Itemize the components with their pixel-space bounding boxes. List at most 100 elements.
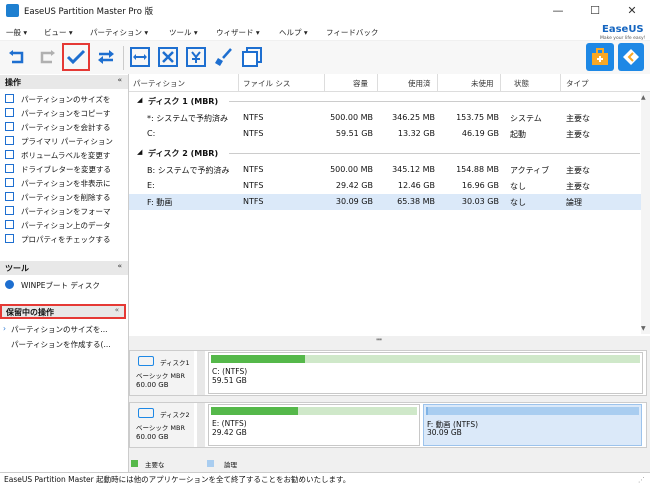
disk-group-title: ディスク 2 (MBR) (148, 149, 219, 158)
scroll-down-icon[interactable]: ▼ (641, 325, 646, 332)
expand-triangle-icon[interactable]: ◢ (137, 96, 142, 104)
expand-triangle-icon[interactable]: ◢ (137, 148, 142, 156)
unallocated-marker (197, 351, 205, 395)
operation-item[interactable]: パーティションをコピーす (0, 106, 128, 120)
operation-item[interactable]: パーティションのサイズを (0, 92, 128, 106)
collapse-icon[interactable]: « (117, 76, 122, 84)
resize-partition-icon[interactable] (128, 45, 152, 69)
operation-item[interactable]: ボリュームラベルを変更す (0, 148, 128, 162)
cell-capacity: 500.00 MB (330, 113, 373, 122)
operation-item[interactable]: パーティションを会計する (0, 120, 128, 134)
column-partition[interactable]: パーティション (133, 78, 185, 89)
cell-fs: NTFS (243, 113, 264, 122)
toolbox-icon (592, 48, 608, 65)
column-used[interactable]: 使用済 (408, 78, 431, 89)
disk-name: ディスク1 (160, 359, 190, 367)
cell-used: 13.32 GB (397, 129, 435, 138)
collapse-icon[interactable]: « (115, 306, 119, 314)
operation-item[interactable]: パーティションをフォーマ (0, 204, 128, 218)
cell-status: システム (510, 114, 542, 123)
disk-size: 60.00 GB (136, 433, 169, 441)
merge-icon (5, 122, 14, 131)
minimize-button[interactable]: — (540, 0, 576, 22)
column-type[interactable]: タイプ (566, 78, 589, 89)
unallocated-marker (197, 403, 205, 447)
merge-partition-icon[interactable] (184, 45, 208, 69)
cell-used: 12.46 GB (397, 181, 435, 190)
undo-icon[interactable] (6, 45, 30, 69)
operation-item[interactable]: プロパティをチェックする (0, 232, 128, 246)
menu-wizard[interactable]: ウィザード ▾ (216, 27, 260, 38)
collapse-icon[interactable]: « (117, 262, 122, 270)
usage-bar-fill (211, 407, 298, 415)
table-row[interactable]: *: システムで予約済み NTFS 500.00 MB 346.25 MB 153.75… (129, 110, 641, 126)
operation-item-label: プロパティをチェックする (21, 235, 111, 244)
toolbar-divider (123, 46, 124, 70)
usage-bar (211, 355, 640, 363)
partition-block[interactable]: E: (NTFS) 29.42 GB (208, 404, 420, 446)
operation-item[interactable]: パーティション上のデータ (0, 218, 128, 232)
delete-icon (5, 192, 14, 201)
menu-general[interactable]: 一般 ▾ (6, 27, 27, 38)
menu-feedback[interactable]: フィードバック (326, 27, 378, 38)
cell-capacity: 59.51 GB (335, 129, 373, 138)
table-row[interactable]: B: システムで予約済み NTFS 500.00 MB 345.12 MB 154.88… (129, 162, 641, 178)
maximize-button[interactable]: ☐ (577, 0, 613, 22)
operations-header[interactable]: 操作 « (0, 75, 128, 89)
column-status[interactable]: 状態 (514, 78, 529, 89)
disk-group-row[interactable]: ◢ ディスク 2 (MBR) (129, 146, 650, 160)
splitter-grip-icon[interactable]: '''''''' (376, 338, 382, 345)
hard-disk-icon (138, 408, 154, 418)
pending-item[interactable]: パーティションを作成する(... (0, 337, 128, 351)
table-row[interactable]: F: 動画 NTFS 30.09 GB 65.38 MB 30.03 GB なし 論理 (129, 194, 641, 210)
disk-group-title: ディスク 1 (MBR) (148, 97, 219, 106)
cell-fs: NTFS (243, 181, 264, 190)
toolbox-button[interactable] (586, 43, 614, 71)
menu-view[interactable]: ビュー ▾ (44, 27, 73, 38)
hide-icon (5, 178, 14, 187)
close-button[interactable]: ✕ (614, 0, 650, 22)
cell-free: 30.03 GB (461, 197, 499, 206)
wipe-icon[interactable] (212, 45, 236, 69)
tools-header[interactable]: ツール « (0, 261, 128, 275)
partition-block[interactable]: F: 動画 (NTFS) 30.09 GB (423, 404, 642, 446)
column-capacity[interactable]: 容量 (353, 78, 368, 89)
disk-group-row[interactable]: ◢ ディスク 1 (MBR) (129, 94, 650, 108)
cell-type: 主要な (566, 130, 590, 139)
table-row[interactable]: E: NTFS 29.42 GB 12.46 GB 16.96 GB なし 主要な (129, 178, 641, 194)
delete-partition-icon[interactable] (156, 45, 180, 69)
refresh-icon[interactable] (94, 45, 118, 69)
column-divider (437, 74, 438, 91)
column-free[interactable]: 未使用 (471, 78, 494, 89)
pending-header[interactable]: 保留中の操作 « (0, 304, 126, 319)
tool-item-winpe[interactable]: WINPEブート ディスク (0, 278, 128, 292)
column-divider (238, 74, 239, 91)
pending-item[interactable]: › パーティションのサイズを... (0, 322, 128, 336)
apply-button[interactable] (62, 43, 90, 71)
vertical-scrollbar[interactable] (641, 92, 650, 334)
operation-item[interactable]: ドライブレターを変更する (0, 162, 128, 176)
divider (229, 153, 640, 154)
pending-title: 保留中の操作 (6, 308, 54, 317)
cell-free: 46.19 GB (461, 129, 499, 138)
menu-partition[interactable]: パーティション ▾ (90, 27, 148, 38)
scroll-up-icon[interactable]: ▲ (641, 94, 646, 101)
table-row[interactable]: C: NTFS 59.51 GB 13.32 GB 46.19 GB 起動 主要な (129, 126, 641, 142)
operation-item[interactable]: パーティションを削除する (0, 190, 128, 204)
partition-size: 29.42 GB (212, 428, 247, 437)
copy-partition-icon[interactable] (240, 45, 264, 69)
pane-splitter[interactable] (129, 337, 650, 347)
cell-name: *: システムで予約済み (147, 114, 228, 123)
apply-check-icon (66, 49, 86, 65)
usage-bar (426, 407, 639, 415)
menu-tools[interactable]: ツール ▾ (169, 27, 198, 38)
operation-item[interactable]: パーティションを非表示に (0, 176, 128, 190)
column-filesystem[interactable]: ファイル シス (243, 78, 290, 89)
cell-type: 主要な (566, 182, 590, 191)
menu-help[interactable]: ヘルプ ▾ (279, 27, 308, 38)
redo-icon[interactable] (34, 45, 58, 69)
navigation-button[interactable] (618, 43, 644, 71)
resize-grip-icon[interactable]: ⋰ (638, 476, 645, 484)
operation-item[interactable]: プライマリ パーティション (0, 134, 128, 148)
partition-block[interactable]: C: (NTFS) 59.51 GB (208, 352, 643, 394)
